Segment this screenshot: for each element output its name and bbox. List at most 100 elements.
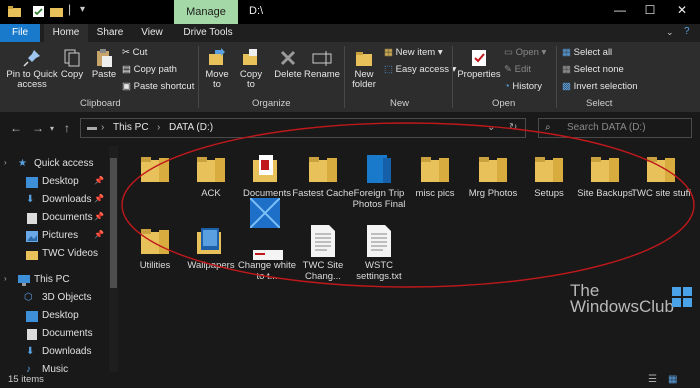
address-dropdown-chevron-icon[interactable]: ⌄ [487, 122, 495, 133]
breadcrumb-separator-icon[interactable]: › [101, 122, 104, 133]
pin-label: Pin to Quick access [6, 69, 58, 90]
expand-chevron-icon[interactable]: › [4, 158, 7, 167]
address-input[interactable]: ▬ › This PC › DATA (D:) ⌄ ↻ [80, 118, 526, 138]
scrollbar-thumb[interactable] [110, 158, 117, 288]
select-all-button[interactable]: ▦ Select all [562, 47, 612, 58]
group-label-new: New [390, 98, 410, 109]
invert-selection-button[interactable]: ▩ Invert selection [562, 81, 638, 92]
cube-icon: ⬡ [24, 292, 33, 303]
tab-manage[interactable]: Manage [174, 0, 238, 24]
copy-button[interactable]: Copy [60, 48, 84, 80]
new-folder-button[interactable]: New folder [348, 48, 380, 90]
file-item[interactable]: Change white to t... [236, 220, 298, 292]
paste-icon [97, 49, 112, 67]
back-arrow-icon[interactable]: ← [10, 121, 22, 135]
help-icon[interactable]: ? [684, 26, 690, 37]
folder-icon [591, 157, 619, 182]
tab-share[interactable]: Share [90, 24, 130, 42]
select-all-label: Select all [573, 47, 613, 58]
new-folder-quick-icon[interactable] [50, 5, 63, 18]
recent-locations-chevron-icon[interactable]: ▾ [50, 124, 54, 133]
new-item-icon: ▦ [384, 47, 393, 58]
properties-quick-icon[interactable] [32, 5, 45, 18]
sidebar-item-label: Music [42, 364, 69, 372]
select-none-button[interactable]: ▦ Select none [562, 64, 624, 75]
new-item-button[interactable]: ▦ New item ▾ [384, 47, 443, 58]
large-icons-view-icon[interactable]: ▦ [668, 374, 677, 385]
edit-button[interactable]: ✎ Edit [504, 64, 531, 75]
sidebar-item-desktop[interactable]: Desktop 📌 [0, 174, 110, 191]
copy-path-button[interactable]: ▤ Copy path [122, 64, 177, 75]
refresh-icon[interactable]: ↻ [509, 122, 517, 133]
file-name: Mrg Photos [468, 188, 518, 199]
file-item[interactable]: Utilities [124, 220, 186, 292]
cut-button[interactable]: ✂ Cut [122, 47, 147, 58]
breadcrumb-separator-icon[interactable]: › [157, 122, 160, 133]
open-button[interactable]: ▭ Open ▾ [504, 47, 546, 58]
paste-shortcut-button[interactable]: ▣ Paste shortcut [122, 81, 194, 92]
sidebar-item-this-pc[interactable]: › This PC [0, 272, 110, 289]
copy-to-button[interactable]: Copy to [236, 48, 266, 90]
expand-chevron-icon[interactable]: › [4, 274, 7, 283]
tab-home[interactable]: Home [44, 24, 88, 42]
file-item[interactable]: misc pics [404, 148, 466, 220]
file-item[interactable]: Fastest Cache [292, 148, 354, 220]
customize-toolbar-chevron-icon[interactable]: ▾ [80, 4, 85, 15]
file-item[interactable]: TWC site stuff [630, 148, 692, 220]
sidebar-item-pc-downloads[interactable]: ⬇ Downloads [0, 344, 110, 361]
tab-drive-tools[interactable]: Drive Tools [178, 24, 238, 42]
sidebar-item-twc-videos[interactable]: TWC Videos [0, 246, 110, 263]
pinned-icon: 📌 [94, 230, 104, 239]
sidebar-scrollbar[interactable] [109, 146, 118, 372]
tab-file[interactable]: File [0, 24, 40, 42]
sidebar-item-documents[interactable]: Documents 📌 [0, 210, 110, 227]
file-item[interactable]: Mrg Photos [462, 148, 524, 220]
up-arrow-icon[interactable]: ↑ [64, 121, 70, 135]
search-placeholder: Search DATA (D:) [567, 122, 646, 133]
sidebar-item-pictures[interactable]: Pictures 📌 [0, 228, 110, 245]
sidebar-item-pc-desktop[interactable]: Desktop [0, 308, 110, 325]
properties-button[interactable]: Properties [456, 48, 502, 80]
search-input[interactable]: ⌕ Search DATA (D:) [538, 118, 692, 138]
open-label: Open [515, 47, 539, 58]
file-item[interactable]: Setups [518, 148, 580, 220]
easy-access-button[interactable]: ⬚ Easy access ▾ [384, 64, 456, 75]
minimize-button[interactable]: — [610, 3, 630, 17]
breadcrumb-this-pc[interactable]: This PC [113, 122, 149, 133]
sidebar-item-quick-access[interactable]: › ★ Quick access [0, 156, 110, 173]
rename-label: Rename [304, 69, 340, 80]
move-to-icon [209, 48, 225, 65]
file-item[interactable]: ACK [180, 148, 242, 220]
sidebar-item-label: Desktop [42, 176, 79, 187]
forward-arrow-icon[interactable]: → [32, 121, 44, 135]
file-item[interactable]: Site Backups [574, 148, 636, 220]
file-name: Foreign Trip Photos Final [352, 188, 406, 210]
paste-shortcut-label: Paste shortcut [133, 81, 195, 92]
file-item[interactable] [124, 148, 186, 220]
sidebar-item-pc-documents[interactable]: Documents [0, 326, 110, 343]
sidebar-item-music[interactable]: ♪ Music [0, 362, 110, 372]
paste-button[interactable]: Paste [90, 48, 118, 80]
group-label-clipboard: Clipboard [80, 98, 121, 109]
file-item[interactable]: Wallpapers [180, 220, 242, 292]
tab-view[interactable]: View [134, 24, 170, 42]
delete-x-icon [280, 50, 296, 66]
file-item[interactable]: WSTC settings.txt [348, 220, 410, 292]
ribbon-expand-chevron-icon[interactable]: ⌄ [666, 27, 674, 38]
maximize-button[interactable]: ☐ [640, 3, 660, 17]
copy-label: Copy [60, 69, 84, 80]
history-button[interactable]: ◔ History [504, 81, 542, 92]
breadcrumb-data-drive[interactable]: DATA (D:) [169, 122, 213, 133]
move-to-button[interactable]: Move to [202, 48, 232, 90]
file-item[interactable]: Foreign Trip Photos Final [348, 148, 410, 220]
file-name: Site Backups [577, 188, 633, 199]
delete-button[interactable]: Delete [272, 48, 304, 80]
rename-button[interactable]: Rename [304, 48, 340, 80]
pin-to-quick-access-button[interactable]: Pin to Quick access [4, 48, 60, 90]
details-view-icon[interactable]: ☰ [648, 374, 657, 385]
sidebar-item-3d-objects[interactable]: ⬡ 3D Objects [0, 290, 110, 307]
sidebar-item-downloads[interactable]: ⬇ Downloads 📌 [0, 192, 110, 209]
file-item[interactable]: TWC Site Chang... [292, 220, 354, 292]
close-button[interactable]: ✕ [672, 3, 692, 17]
folder-icon [253, 155, 277, 182]
